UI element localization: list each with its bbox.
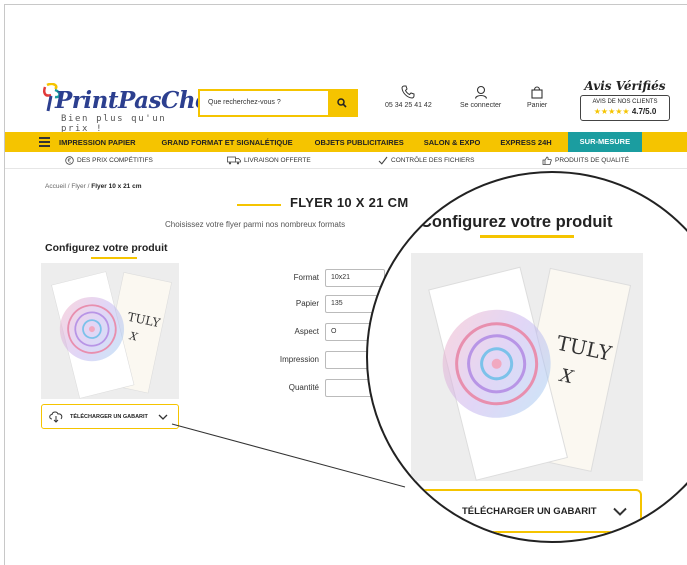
field-aspect-label: Aspect <box>294 327 319 336</box>
breadcrumb-flyer[interactable]: Flyer <box>71 183 85 190</box>
field-impression-label: Impression <box>279 355 319 364</box>
thumbs-up-icon <box>542 156 552 165</box>
chevron-down-icon-zoom <box>613 507 627 516</box>
flyer-mandala-image-zoom: TULYX <box>428 266 632 481</box>
reviews-stars: ★★★★★ 4.7/5.0 <box>581 107 669 116</box>
nav-item-objets-publicitaires[interactable]: OBJETS PUBLICITAIRES <box>305 138 414 147</box>
site-logo[interactable]: PrintPasCher Bien plus qu'un prix ! <box>41 83 221 134</box>
benefits-bar: € DES PRIX COMPÉTITIFS LIVRAISON OFFERTE… <box>5 153 687 169</box>
page-title: FLYER 10 X 21 CM <box>290 195 409 210</box>
svg-text:€: € <box>68 158 72 165</box>
truck-icon <box>227 156 241 165</box>
nav-item-salon-expo[interactable]: SALON & EXPO <box>414 138 491 147</box>
reviews-box: AVIS DE NOS CLIENTS ★★★★★ 4.7/5.0 <box>580 95 670 121</box>
nav-item-sur-mesure[interactable]: SUR-MESURE <box>567 132 643 152</box>
benefit-delivery: LIVRAISON OFFERTE <box>227 156 311 165</box>
cart-label: Panier <box>527 102 548 109</box>
main-nav: IMPRESSION PAPIER GRAND FORMAT ET SIGNAL… <box>5 132 687 152</box>
nav-item-grand-format[interactable]: GRAND FORMAT ET SIGNALÉTIQUE <box>152 138 303 147</box>
reviews-score: 4.7/5.0 <box>631 107 657 116</box>
phone-icon <box>401 85 415 99</box>
user-icon <box>474 85 487 99</box>
search-button[interactable] <box>328 91 356 115</box>
product-image[interactable]: TULY X <box>41 263 179 399</box>
reviews-subtitle: AVIS DE NOS CLIENTS <box>592 99 658 105</box>
benefit-file-check: CONTRÔLE DES FICHIERS <box>378 156 474 165</box>
nav-item-express-24h[interactable]: EXPRESS 24H <box>490 138 561 147</box>
field-quantite-label: Quantité <box>288 383 319 392</box>
reviews-title: Avis Vérifiés <box>584 79 666 93</box>
bag-icon <box>531 86 543 99</box>
magnifier-title: Configurez votre produit <box>420 213 613 231</box>
benefit-prices: € DES PRIX COMPÉTITIFS <box>65 156 153 165</box>
download-label: TÉLÉCHARGER UN GABARIT <box>70 413 148 420</box>
download-template-button[interactable]: TÉLÉCHARGER UN GABARIT <box>41 404 179 429</box>
coin-icon: € <box>65 156 74 165</box>
cloud-download-icon-zoom <box>426 502 448 522</box>
magnifier-download-label: TÉLÉCHARGER UN GABARIT <box>462 505 597 517</box>
reviews-widget[interactable]: Avis Vérifiés AVIS DE NOS CLIENTS ★★★★★ … <box>580 79 670 129</box>
breadcrumb-current: Flyer 10 x 21 cm <box>91 183 142 190</box>
login-label: Se connecter <box>460 102 502 109</box>
benefit-quality: PRODUITS DE QUALITÉ <box>542 156 629 165</box>
title-underline <box>237 204 281 206</box>
configure-heading: Configurez votre produit <box>45 242 168 254</box>
phone-link[interactable]: 05 34 25 41 42 <box>385 85 432 109</box>
search-icon <box>337 98 347 108</box>
logo-text: PrintPasCher <box>55 87 221 114</box>
field-format-label: Format <box>293 273 319 282</box>
field-papier-label: Papier <box>295 299 319 308</box>
search-bar[interactable]: Que recherchez-vous ? <box>198 89 358 117</box>
magnifier-callout: Configurez votre produit TULY X TÉLÉCHAR… <box>366 171 687 543</box>
configure-underline <box>91 257 137 259</box>
check-icon <box>378 156 388 165</box>
page-subtitle: Choisissez votre flyer parmi nos nombreu… <box>165 220 346 229</box>
flyer-mandala-image: TULYX <box>51 271 172 399</box>
star-rating-icon: ★★★★★ <box>593 107 630 116</box>
nav-item-impression-papier[interactable]: IMPRESSION PAPIER <box>49 138 146 147</box>
menu-icon[interactable] <box>5 135 50 149</box>
cloud-download-icon <box>49 411 63 423</box>
search-input[interactable]: Que recherchez-vous ? <box>200 91 328 115</box>
page-frame: PrintPasCher Bien plus qu'un prix ! Que … <box>4 4 687 565</box>
logo-tagline: Bien plus qu'un prix ! <box>61 114 167 134</box>
breadcrumb: Accueil / Flyer / Flyer 10 x 21 cm <box>45 183 142 190</box>
format-select[interactable]: 10x21 <box>325 269 385 287</box>
magnifier-download-button: TÉLÉCHARGER UN GABARIT <box>412 489 642 533</box>
cart-link[interactable]: Panier <box>527 85 547 109</box>
breadcrumb-home[interactable]: Accueil <box>45 183 66 190</box>
magnifier-underline <box>480 235 574 238</box>
magnifier-product-image: TULY X <box>411 253 643 481</box>
chevron-down-icon <box>158 414 168 420</box>
login-link[interactable]: Se connecter <box>460 85 501 109</box>
phone-number: 05 34 25 41 42 <box>385 102 432 109</box>
